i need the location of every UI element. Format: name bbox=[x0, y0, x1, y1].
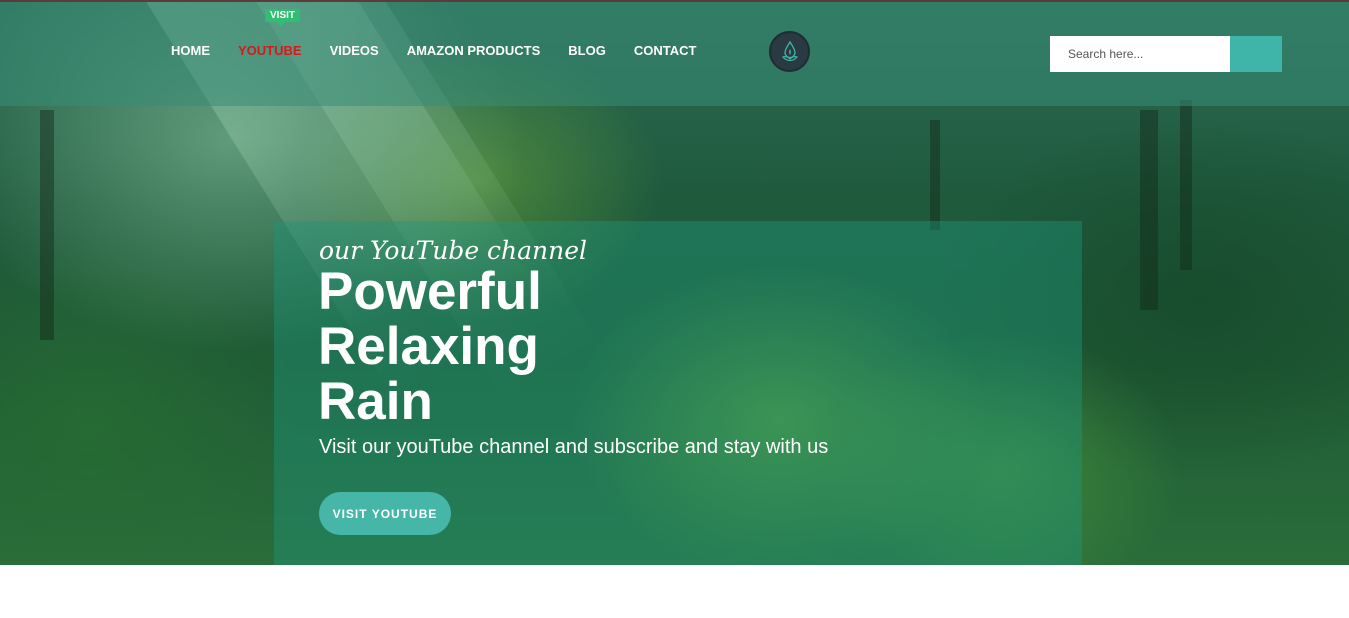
site-header: VISIT HOME YOUTUBE VIDEOS AMAZON PRODUCT… bbox=[0, 0, 1349, 106]
visit-youtube-button[interactable]: VISIT YOUTUBE bbox=[319, 492, 451, 535]
main-nav: HOME YOUTUBE VIDEOS AMAZON PRODUCTS BLOG… bbox=[171, 43, 724, 58]
headline-line: Rain bbox=[318, 372, 433, 431]
nav-videos[interactable]: VIDEOS bbox=[330, 43, 379, 58]
tree-trunk bbox=[1180, 100, 1192, 270]
nav-youtube[interactable]: YOUTUBE bbox=[238, 43, 302, 58]
visit-badge: VISIT bbox=[265, 9, 301, 26]
hero-headline: Powerful Relaxing Rain bbox=[318, 264, 542, 429]
tree-trunk bbox=[40, 110, 54, 340]
nav-home[interactable]: HOME bbox=[171, 43, 210, 58]
headline-line: Relaxing bbox=[318, 317, 539, 376]
tree-trunk bbox=[930, 120, 940, 230]
nav-blog[interactable]: BLOG bbox=[568, 43, 606, 58]
site-logo[interactable] bbox=[769, 31, 810, 72]
hero-subtext: Visit our youTube channel and subscribe … bbox=[319, 436, 829, 458]
headline-line: Powerful bbox=[318, 262, 542, 321]
hero-eyebrow: our YouTube channel bbox=[319, 236, 588, 265]
lotus-drop-icon bbox=[781, 40, 798, 61]
tree-trunk bbox=[1140, 110, 1158, 310]
nav-contact[interactable]: CONTACT bbox=[634, 43, 697, 58]
search-input[interactable] bbox=[1050, 36, 1230, 72]
nav-amazon-products[interactable]: AMAZON PRODUCTS bbox=[407, 43, 541, 58]
search-button[interactable] bbox=[1230, 36, 1282, 72]
